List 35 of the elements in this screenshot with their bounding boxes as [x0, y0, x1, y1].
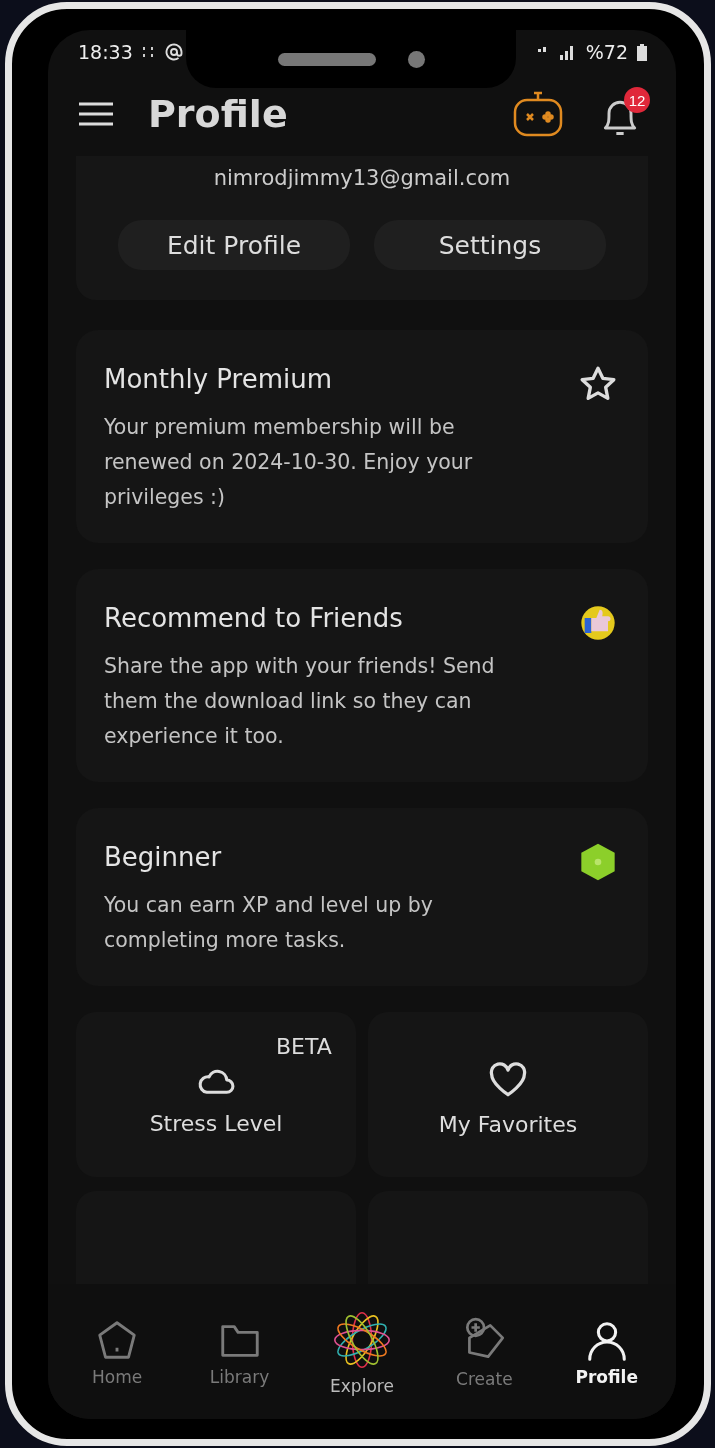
- tile-label: My Favorites: [438, 1112, 578, 1137]
- at-sign-icon: [164, 43, 183, 61]
- hexagon-icon: [579, 842, 617, 882]
- info-card[interactable]: Beginner You can earn XP and level up by completing more tasks.: [76, 808, 648, 986]
- card-description: You can earn XP and level up by completing more tasks.: [104, 892, 434, 954]
- card-title: Recommend to Friends: [104, 603, 404, 633]
- battery-icon: [636, 43, 648, 61]
- feature-tile[interactable]: My Favorites: [368, 1012, 648, 1177]
- nav-tab[interactable]: Explore: [306, 1307, 417, 1396]
- card-title: Monthly Premium: [104, 364, 334, 394]
- page-title: Profile: [148, 92, 289, 136]
- thumbs-up-icon: [578, 603, 618, 643]
- card-description: Share the app with your friends! Send them the download link so they can experience it too.: [104, 653, 496, 750]
- game-controller-button[interactable]: [512, 90, 564, 138]
- notification-bell-button[interactable]: 12: [598, 87, 650, 141]
- battery-percent: %72: [585, 41, 628, 63]
- info-card[interactable]: Recommend to Friends Share the app with your friends! Send them the download link so they can experience it too.: [76, 569, 648, 782]
- tile-label: Stress Level: [149, 1111, 283, 1136]
- camera-dot: [407, 50, 425, 68]
- heart-icon: [488, 1062, 528, 1098]
- notification-count-badge: 12: [624, 87, 650, 113]
- nav-tab[interactable]: Home: [62, 1316, 173, 1387]
- feature-tile[interactable]: BETA Stress Level: [76, 1012, 356, 1177]
- card-description: Your premium membership will be renewed on 2024-10-30. Enjoy your privileges :): [104, 414, 474, 511]
- info-card[interactable]: Monthly Premium Your premium membership will be renewed on 2024-10-30. Enjoy your privileges :): [76, 330, 648, 543]
- beta-label: BETA: [276, 1034, 332, 1059]
- nav-tab[interactable]: Profile: [551, 1316, 662, 1387]
- card-title: Beginner: [104, 842, 223, 872]
- nav-tab[interactable]: Create: [429, 1314, 540, 1389]
- account-button[interactable]: Settings: [374, 220, 606, 270]
- menu-button[interactable]: [78, 101, 114, 127]
- account-email: nimrodjimmy13@gmail.com: [213, 166, 511, 190]
- nav-tab[interactable]: Library: [184, 1316, 295, 1387]
- status-time: 18:33: [78, 41, 133, 63]
- account-button[interactable]: Edit Profile: [118, 220, 350, 270]
